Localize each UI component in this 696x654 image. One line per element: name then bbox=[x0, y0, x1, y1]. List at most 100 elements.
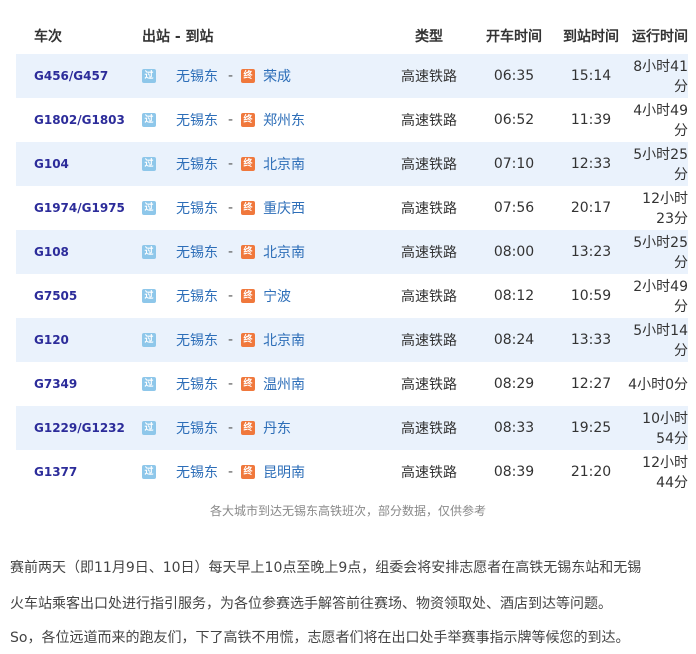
train-type: 高速铁路 bbox=[401, 201, 457, 217]
departure-station: 无锡东 bbox=[176, 289, 218, 305]
arrive-time: 13:23 bbox=[570, 244, 612, 260]
departure-station: 无锡东 bbox=[176, 465, 218, 481]
depart-time: 08:12 bbox=[493, 288, 535, 304]
arrival-station: 宁波 bbox=[263, 289, 292, 305]
run-duration: 2小时49分 bbox=[633, 279, 688, 315]
train-number-link[interactable]: G1229/G1232 bbox=[34, 421, 125, 435]
route-separator: - bbox=[228, 200, 234, 216]
train-number-link[interactable]: G108 bbox=[34, 245, 69, 259]
arrival-station: 重庆西 bbox=[263, 201, 306, 217]
terminal-station-icon: 终 bbox=[241, 69, 256, 83]
header-duration: 运行时间 bbox=[632, 29, 688, 45]
arrive-time: 15:14 bbox=[570, 68, 612, 84]
run-duration: 12小时23分 bbox=[642, 191, 688, 227]
paragraph-line-3: So，各位远道而来的跑友们，下了高铁不用慌，志愿者们将在出口处手举赛事指示牌等候… bbox=[10, 630, 630, 646]
depart-time: 08:33 bbox=[493, 420, 535, 436]
arrive-time: 12:33 bbox=[570, 156, 612, 172]
arrive-time: 12:27 bbox=[570, 376, 612, 392]
departure-station: 无锡东 bbox=[176, 421, 218, 437]
table-header: 车次 出站 - 到站 类型 开车时间 到站时间 运行时间 bbox=[16, 18, 688, 54]
train-type: 高速铁路 bbox=[401, 421, 457, 437]
paragraph-line-2: 火车站乘客出口处进行指引服务，为各位参赛选手解答前往赛场、物资领取处、酒店到达等… bbox=[10, 596, 612, 612]
run-duration: 8小时41分 bbox=[633, 59, 688, 95]
departure-station: 无锡东 bbox=[176, 113, 218, 129]
departure-station: 无锡东 bbox=[176, 333, 218, 349]
pass-station-icon: 过 bbox=[142, 113, 156, 127]
train-number-link[interactable]: G7505 bbox=[34, 289, 77, 303]
arrive-time: 19:25 bbox=[570, 420, 612, 436]
run-duration: 4小时49分 bbox=[633, 103, 688, 139]
route-separator: - bbox=[228, 420, 234, 436]
arrival-station: 荣成 bbox=[263, 69, 292, 85]
pass-station-icon: 过 bbox=[142, 377, 156, 391]
run-duration: 5小时25分 bbox=[633, 147, 688, 183]
run-duration: 5小时14分 bbox=[633, 323, 688, 359]
terminal-station-icon: 终 bbox=[241, 201, 256, 215]
table-row: G104 过 无锡东 - 终北京南 高速铁路 07:10 12:33 5小时25分 bbox=[16, 142, 688, 186]
page: { "table": { "headers": { "train_no": "车… bbox=[0, 0, 696, 654]
terminal-station-icon: 终 bbox=[241, 377, 256, 391]
depart-time: 08:39 bbox=[493, 464, 535, 480]
table-row: G120 过 无锡东 - 终北京南 高速铁路 08:24 13:33 5小时14分 bbox=[16, 318, 688, 362]
train-number-link[interactable]: G7349 bbox=[34, 377, 77, 391]
arrival-station: 丹东 bbox=[263, 421, 292, 437]
table-caption: 各大城市到达无锡东高铁班次，部分数据，仅供参考 bbox=[209, 504, 486, 518]
arrive-time: 11:39 bbox=[570, 112, 612, 128]
arrive-time: 20:17 bbox=[570, 200, 612, 216]
train-schedule-table: 车次 出站 - 到站 类型 开车时间 到站时间 运行时间 G456/G457 过无… bbox=[16, 18, 688, 494]
depart-time: 07:56 bbox=[493, 200, 535, 216]
terminal-station-icon: 终 bbox=[241, 333, 256, 347]
depart-time: 08:29 bbox=[493, 376, 535, 392]
route-separator: - bbox=[228, 464, 234, 480]
table-row: G7505 过 无锡东 - 终宁波 高速铁路 08:12 10:59 2小时49分 bbox=[16, 274, 688, 318]
departure-station: 无锡东 bbox=[176, 201, 218, 217]
train-type: 高速铁路 bbox=[401, 69, 457, 85]
depart-time: 06:35 bbox=[493, 68, 535, 84]
route-separator: - bbox=[228, 376, 234, 392]
arrival-station: 北京南 bbox=[263, 333, 306, 349]
departure-station: 无锡东 bbox=[176, 157, 218, 173]
table-row: G7349 过 无锡东 - 终温州南 高速铁路 08:29 12:27 4小时0分 bbox=[16, 362, 688, 406]
departure-station: 无锡东 bbox=[176, 69, 218, 85]
pass-station-icon: 过 bbox=[142, 245, 156, 259]
pass-station-icon: 过 bbox=[142, 333, 156, 347]
train-number-link[interactable]: G120 bbox=[34, 333, 69, 347]
arrive-time: 13:33 bbox=[570, 332, 612, 348]
train-number-link[interactable]: G104 bbox=[34, 157, 69, 171]
table-row: G1377 过 无锡东 - 终昆明南 高速铁路 08:39 21:20 12小时44分 bbox=[16, 450, 688, 494]
arrival-station: 郑州东 bbox=[263, 113, 306, 129]
header-type: 类型 bbox=[415, 29, 443, 45]
table-row: G1974/G1975 过 无锡东 - 终重庆西 高速铁路 07:56 20:17 12小时23… bbox=[16, 186, 688, 230]
header-train-no: 车次 bbox=[34, 29, 62, 45]
train-number-link[interactable]: G1377 bbox=[34, 465, 77, 479]
train-type: 高速铁路 bbox=[401, 289, 457, 305]
route-separator: - bbox=[228, 288, 234, 304]
route-separator: - bbox=[228, 156, 234, 172]
terminal-station-icon: 终 bbox=[241, 289, 256, 303]
arrival-station: 昆明南 bbox=[263, 465, 306, 481]
arrival-station: 温州南 bbox=[263, 377, 306, 393]
depart-time: 08:00 bbox=[493, 244, 535, 260]
terminal-station-icon: 终 bbox=[241, 465, 256, 479]
departure-station: 无锡东 bbox=[176, 377, 218, 393]
table-row: G456/G457 过 无锡东 - 终荣成 高速铁路 06:35 15:14 8小时41分 bbox=[16, 54, 688, 98]
train-number-link[interactable]: G1974/G1975 bbox=[34, 201, 125, 215]
train-number-link[interactable]: G456/G457 bbox=[34, 69, 108, 83]
header-route: 出站 - 到站 bbox=[142, 29, 214, 45]
depart-time: 08:24 bbox=[493, 332, 535, 348]
paragraph-line-1: 赛前两天（即11月9日、10日）每天早上10点至晚上9点，组委会将安排志愿者在高… bbox=[10, 560, 642, 576]
pass-station-icon: 过 bbox=[142, 201, 156, 215]
train-type: 高速铁路 bbox=[401, 465, 457, 481]
train-type: 高速铁路 bbox=[401, 333, 457, 349]
train-type: 高速铁路 bbox=[401, 157, 457, 173]
run-duration: 10小时54分 bbox=[642, 411, 688, 447]
pass-station-icon: 过 bbox=[142, 157, 156, 171]
pass-station-icon: 过 bbox=[142, 421, 156, 435]
train-number-link[interactable]: G1802/G1803 bbox=[34, 113, 125, 127]
departure-station: 无锡东 bbox=[176, 245, 218, 261]
arrival-station: 北京南 bbox=[263, 245, 306, 261]
route-separator: - bbox=[228, 68, 234, 84]
train-type: 高速铁路 bbox=[401, 245, 457, 261]
terminal-station-icon: 终 bbox=[241, 421, 256, 435]
table-row: G1229/G1232 过 无锡东 - 终丹东 高速铁路 08:33 19:25 10小时54分 bbox=[16, 406, 688, 450]
